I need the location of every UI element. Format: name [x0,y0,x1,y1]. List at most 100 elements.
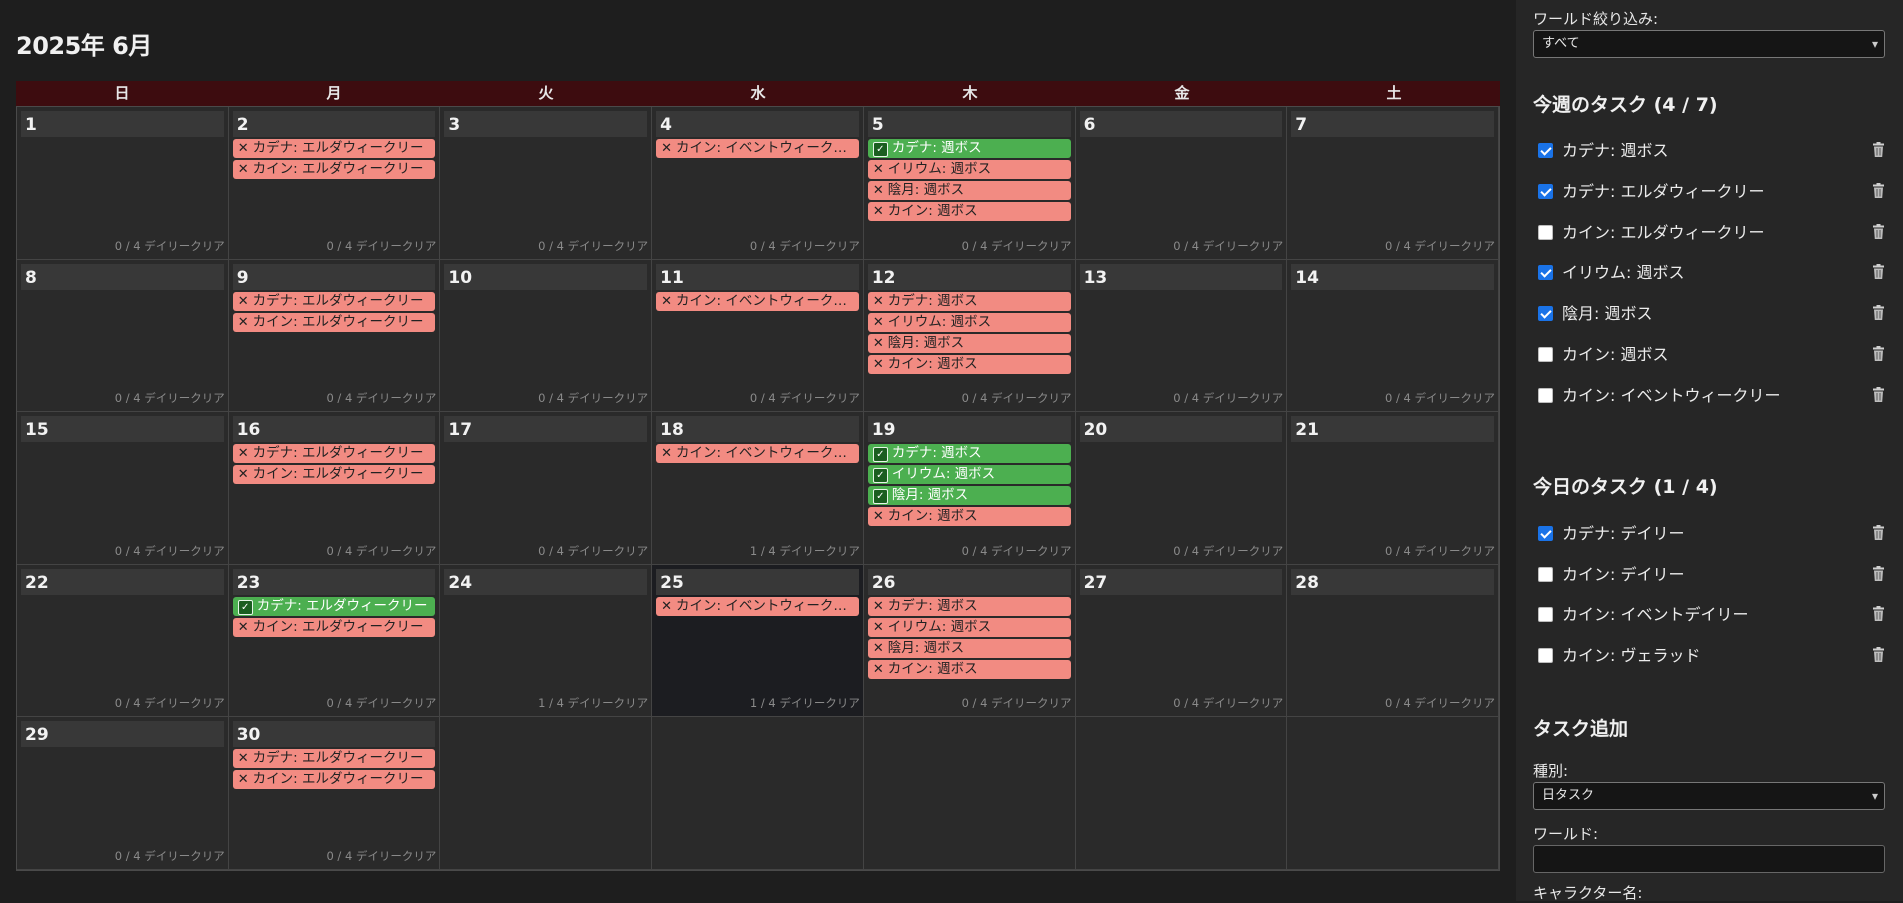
day-cell[interactable]: 25 ✕ カイン: イベントウィークリー 1 / 4 デイリークリア [652,564,864,718]
day-cell[interactable]: 14 0 / 4 デイリークリア [1287,259,1499,413]
day-cell[interactable]: 27 0 / 4 デイリークリア [1075,564,1288,718]
type-select[interactable]: 日タスク ▾ [1533,782,1885,810]
day-cell[interactable]: 22 0 / 4 デイリークリア [17,564,229,718]
task-chip-pending[interactable]: ✕ 陰月: 週ボス [867,638,1071,658]
cross-icon: ✕ [237,772,249,788]
trash-icon[interactable] [1873,182,1884,198]
task-checkbox[interactable] [1538,224,1553,240]
task-chip-pending[interactable]: ✕ カデナ: エルダウィークリー [232,444,436,464]
day-cell[interactable]: 5 ✓ カデナ: 週ボス ✕ イリウム: 週ボス ✕ 陰月: 週ボス ✕ カイン: 週ボス 0 /… [863,107,1076,260]
trash-icon[interactable] [1873,565,1884,581]
task-chip-pending[interactable]: ✕ イリウム: 週ボス [867,312,1071,332]
task-chip-pending[interactable]: ✕ イリウム: 週ボス [867,617,1071,637]
trash-icon[interactable] [1873,223,1884,239]
task-chip-pending[interactable]: ✕ カイン: イベントウィークリー [656,291,859,311]
day-cell[interactable]: 12 ✕ カデナ: 週ボス ✕ イリウム: 週ボス ✕ 陰月: 週ボス ✕ カイン: 週ボス 0 … [863,259,1076,413]
task-chip-pending[interactable]: ✕ イリウム: 週ボス [867,160,1071,179]
task-chip-pending[interactable]: ✕ カイン: 週ボス [867,507,1071,527]
task-chip-pending[interactable]: ✕ カデナ: エルダウィークリー [232,139,436,158]
task-chip-done[interactable]: ✓ カデナ: 週ボス [867,444,1071,464]
day-cell[interactable]: 16 ✕ カデナ: エルダウィークリー ✕ カイン: エルダウィークリー 0 / 4 デイ… [228,412,441,565]
task-chip-pending[interactable]: ✕ カイン: イベントウィークリー [656,596,859,616]
task-chip-pending[interactable]: ✕ カイン: イベントウィークリー [656,139,859,158]
task-chip-pending[interactable]: ✕ カイン: エルダウィークリー [232,770,436,790]
task-chip-pending[interactable]: ✕ カイン: 週ボス [867,354,1071,374]
task-row[interactable]: カイン: エルダウィークリー [1538,222,1888,244]
world-input[interactable] [1533,845,1885,873]
task-checkbox[interactable] [1538,143,1553,158]
task-chip-pending[interactable]: ✕ カイン: エルダウィークリー [232,465,436,485]
task-row[interactable]: カデナ: エルダウィークリー [1538,181,1888,203]
day-cell[interactable]: 1 0 / 4 デイリークリア [17,107,229,260]
world-filter-select[interactable]: すべて ▾ [1533,30,1885,58]
day-cell[interactable]: 17 0 / 4 デイリークリア [440,412,653,565]
task-chip-pending[interactable]: ✕ カイン: エルダウィークリー [232,160,436,179]
trash-icon[interactable] [1873,525,1884,540]
task-chip-pending[interactable]: ✕ 陰月: 週ボス [867,333,1071,353]
day-cell[interactable]: 29 0 / 4 デイリークリア [17,717,229,870]
day-cell[interactable]: 18 ✕ カイン: イベントウィークリー 1 / 4 デイリークリア [652,412,864,565]
task-row[interactable]: カイン: イベントウィークリー [1538,385,1888,407]
day-cell[interactable]: 4 ✕ カイン: イベントウィークリー 0 / 4 デイリークリア [652,107,864,260]
day-cell[interactable]: 13 0 / 4 デイリークリア [1075,259,1288,413]
trash-icon[interactable] [1873,346,1884,361]
task-checkbox[interactable] [1538,566,1553,582]
day-cell[interactable]: 15 0 / 4 デイリークリア [17,412,229,565]
task-row[interactable]: カイン: デイリー [1538,564,1888,586]
task-chip-pending[interactable]: ✕ カデナ: エルダウィークリー [232,291,436,311]
task-checkbox[interactable] [1538,607,1553,623]
day-cell[interactable]: 10 0 / 4 デイリークリア [440,259,653,413]
task-chip-pending[interactable]: ✕ カイン: エルダウィークリー [232,312,436,332]
task-chip-done[interactable]: ✓ イリウム: 週ボス [867,465,1071,485]
task-chip-pending[interactable]: ✕ カイン: 週ボス [867,659,1071,679]
task-row[interactable]: カイン: イベントデイリー [1538,604,1888,626]
task-chip-pending[interactable]: ✕ カデナ: エルダウィークリー [232,749,436,769]
day-cell[interactable]: 11 ✕ カイン: イベントウィークリー 0 / 4 デイリークリア [652,259,864,413]
task-chip-pending[interactable]: ✕ カイン: 週ボス [867,202,1071,221]
cross-icon: ✕ [872,509,884,525]
task-chip-pending[interactable]: ✕ カイン: エルダウィークリー [232,617,436,637]
task-chip-done[interactable]: ✓ カデナ: 週ボス [867,139,1071,158]
task-checkbox[interactable] [1538,306,1553,322]
task-checkbox[interactable] [1538,265,1553,281]
task-checkbox[interactable] [1538,183,1553,199]
day-cell[interactable]: 2 ✕ カデナ: エルダウィークリー ✕ カイン: エルダウィークリー 0 / 4 デイリ… [228,107,441,260]
trash-icon[interactable] [1873,606,1884,622]
task-row[interactable]: カデナ: デイリー [1538,523,1888,545]
task-chip-pending[interactable]: ✕ カデナ: 週ボス [867,291,1071,311]
task-checkbox[interactable] [1538,347,1553,362]
day-cell[interactable]: 24 1 / 4 デイリークリア [440,564,653,718]
task-row[interactable]: カイン: ヴェラッド [1538,645,1888,667]
task-row[interactable]: 陰月: 週ボス [1538,303,1888,325]
task-checkbox[interactable] [1538,648,1553,664]
day-cell[interactable]: 28 0 / 4 デイリークリア [1287,564,1499,718]
task-row[interactable]: カデナ: 週ボス [1538,140,1888,162]
day-cell[interactable]: 8 0 / 4 デイリークリア [17,259,229,413]
day-number: 17 [444,416,648,443]
day-cell[interactable]: 20 0 / 4 デイリークリア [1075,412,1288,565]
trash-icon[interactable] [1873,142,1884,157]
day-cell[interactable]: 19 ✓ カデナ: 週ボス ✓ イリウム: 週ボス ✓ 陰月: 週ボス ✕ カイン: 週ボス 0 … [863,412,1076,565]
task-checkbox[interactable] [1538,387,1553,403]
task-chip-pending[interactable]: ✕ カイン: イベントウィークリー [656,444,859,464]
day-cell[interactable]: 7 0 / 4 デイリークリア [1287,107,1499,260]
task-chip-done[interactable]: ✓ 陰月: 週ボス [867,486,1071,506]
day-cell[interactable]: 6 0 / 4 デイリークリア [1075,107,1288,260]
day-cell[interactable]: 26 ✕ カデナ: 週ボス ✕ イリウム: 週ボス ✕ 陰月: 週ボス ✕ カイン: 週ボス 0 … [863,564,1076,718]
task-row[interactable]: イリウム: 週ボス [1538,262,1888,284]
task-chip-pending[interactable]: ✕ カデナ: 週ボス [867,596,1071,616]
trash-icon[interactable] [1873,386,1884,402]
task-chip-pending[interactable]: ✕ 陰月: 週ボス [867,181,1071,200]
task-checkbox[interactable] [1538,526,1553,541]
day-number: 22 [21,568,224,595]
day-cell[interactable]: 30 ✕ カデナ: エルダウィークリー ✕ カイン: エルダウィークリー 0 / 4 デイ… [228,717,441,870]
task-row[interactable]: カイン: 週ボス [1538,344,1888,366]
trash-icon[interactable] [1873,264,1884,280]
day-cell[interactable]: 9 ✕ カデナ: エルダウィークリー ✕ カイン: エルダウィークリー 0 / 4 デイリ… [228,259,441,413]
day-cell[interactable]: 23 ✓ カデナ: エルダウィークリー ✕ カイン: エルダウィークリー 0 / 4 デイ… [228,564,441,718]
trash-icon[interactable] [1873,647,1884,663]
day-cell[interactable]: 3 0 / 4 デイリークリア [440,107,653,260]
trash-icon[interactable] [1873,305,1884,321]
day-cell[interactable]: 21 0 / 4 デイリークリア [1287,412,1499,565]
task-chip-done[interactable]: ✓ カデナ: エルダウィークリー [232,596,436,616]
